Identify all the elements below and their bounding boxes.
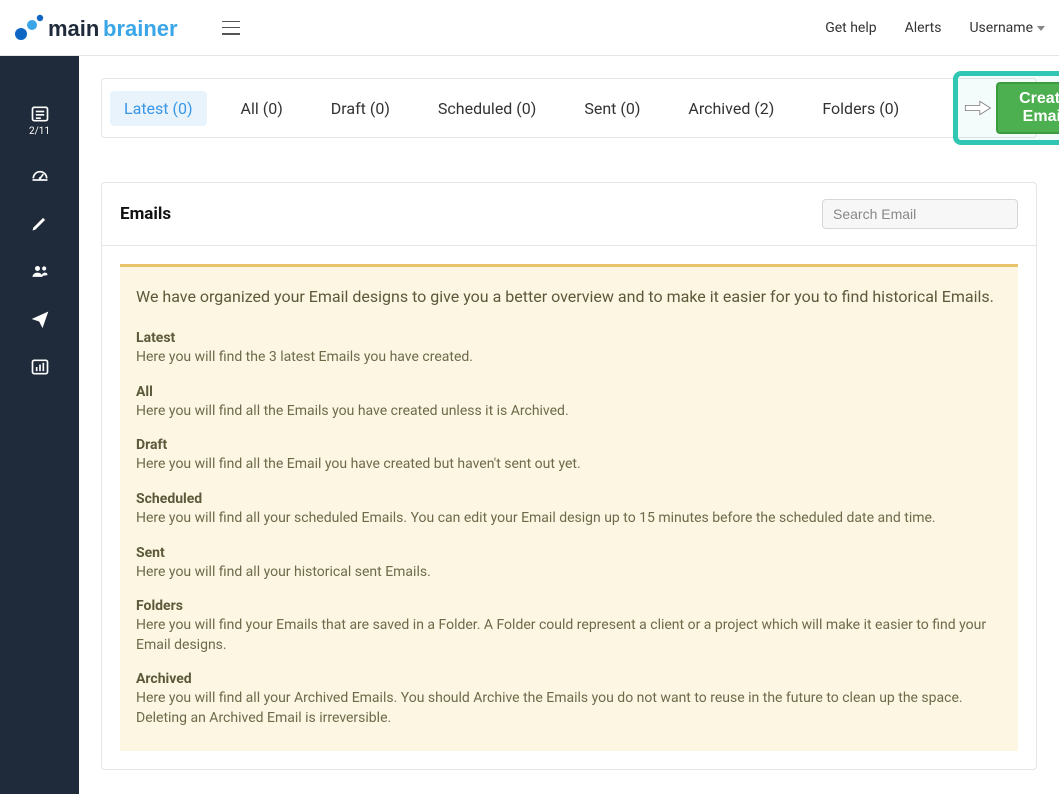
get-help-link[interactable]: Get help [825, 20, 876, 36]
app-logo[interactable]: main brainer [10, 12, 210, 44]
create-email-button[interactable]: Create Email [996, 82, 1059, 134]
info-section-all: All Here you will find all the Emails yo… [136, 384, 1002, 422]
tab-all[interactable]: All (0) [227, 91, 297, 126]
info-section-sent: Sent Here you will find all your histori… [136, 545, 1002, 583]
tab-scheduled[interactable]: Scheduled (0) [424, 91, 550, 126]
tab-draft[interactable]: Draft (0) [317, 91, 404, 126]
info-label: Folders [136, 598, 1002, 614]
info-section-draft: Draft Here you will find all the Email y… [136, 437, 1002, 475]
tabs-bar: Latest (0) All (0) Draft (0) Scheduled (… [101, 78, 1037, 138]
list-icon [30, 104, 50, 124]
sidebar-item-dashboard[interactable] [30, 165, 50, 185]
main-content: Latest (0) All (0) Draft (0) Scheduled (… [79, 56, 1059, 794]
info-panel: We have organized your Email designs to … [120, 264, 1018, 751]
caret-down-icon [1037, 26, 1045, 31]
info-desc: Here you will find all the Emails you ha… [136, 402, 1002, 422]
paper-plane-icon [30, 309, 50, 329]
sidebar-item-edit[interactable] [30, 213, 50, 233]
chart-icon [30, 357, 50, 377]
sidebar-item-analytics[interactable] [30, 357, 50, 377]
pointer-arrow-icon [964, 94, 992, 122]
alerts-link[interactable]: Alerts [905, 20, 942, 36]
username-label: Username [969, 20, 1033, 36]
info-desc: Here you will find all your Archived Ema… [136, 689, 1002, 728]
svg-text:main: main [48, 16, 99, 41]
info-section-scheduled: Scheduled Here you will find all your sc… [136, 491, 1002, 529]
menu-toggle-icon[interactable] [222, 21, 240, 35]
info-label: Archived [136, 671, 1002, 687]
info-label: Scheduled [136, 491, 1002, 507]
svg-text:brainer: brainer [103, 16, 178, 41]
sidebar-counter: 2/11 [29, 126, 50, 137]
gauge-icon [30, 165, 50, 185]
emails-title: Emails [120, 204, 171, 224]
user-menu[interactable]: Username [969, 20, 1045, 36]
info-desc: Here you will find all the Email you hav… [136, 455, 1002, 475]
info-label: Draft [136, 437, 1002, 453]
info-label: Sent [136, 545, 1002, 561]
tab-latest[interactable]: Latest (0) [110, 91, 207, 126]
info-intro: We have organized your Email designs to … [136, 285, 1002, 308]
tab-sent[interactable]: Sent (0) [570, 91, 654, 126]
tab-folders[interactable]: Folders (0) [808, 91, 913, 126]
search-email-input[interactable] [822, 199, 1018, 229]
pencil-icon [30, 213, 50, 233]
logo-area: main brainer [10, 12, 240, 44]
sidebar-item-send[interactable] [30, 309, 50, 329]
info-section-folders: Folders Here you will find your Emails t… [136, 598, 1002, 655]
users-icon [30, 261, 50, 281]
info-desc: Here you will find all your historical s… [136, 563, 1002, 583]
sidebar-item-users[interactable] [30, 261, 50, 281]
header-right: Get help Alerts Username [825, 20, 1045, 36]
create-highlight: Create Email [953, 71, 1059, 145]
info-label: All [136, 384, 1002, 400]
emails-card: Emails We have organized your Email desi… [101, 182, 1037, 770]
info-desc: Here you will find your Emails that are … [136, 616, 1002, 655]
info-desc: Here you will find the 3 latest Emails y… [136, 348, 1002, 368]
tab-archived[interactable]: Archived (2) [674, 91, 788, 126]
info-section-archived: Archived Here you will find all your Arc… [136, 671, 1002, 728]
info-section-latest: Latest Here you will find the 3 latest E… [136, 330, 1002, 368]
app-header: main brainer Get help Alerts Username [0, 0, 1059, 56]
sidebar: 2/11 [0, 56, 79, 794]
info-desc: Here you will find all your scheduled Em… [136, 509, 1002, 529]
emails-card-header: Emails [102, 183, 1036, 246]
info-label: Latest [136, 330, 1002, 346]
sidebar-item-progress[interactable]: 2/11 [29, 104, 50, 137]
